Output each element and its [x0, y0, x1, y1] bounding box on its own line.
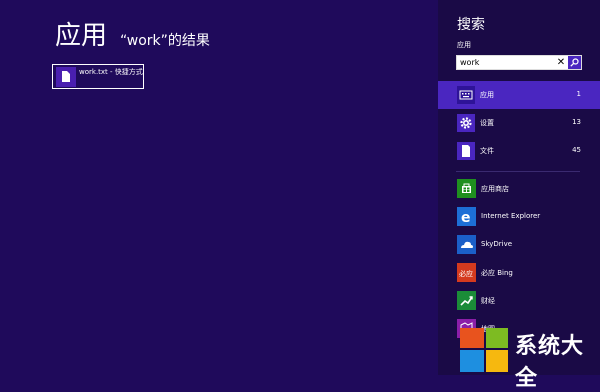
scope-settings-label: 设置 — [480, 119, 494, 127]
search-result-label: work.txt - 快捷方式 — [79, 68, 143, 76]
search-pane-title: 搜索 — [457, 17, 485, 33]
scope-settings-count: 13 — [572, 118, 581, 126]
app-store[interactable]: 应用商店 — [438, 177, 600, 201]
scope-files-count: 45 — [572, 146, 581, 154]
skydrive-icon — [457, 235, 476, 254]
scope-files-label: 文件 — [480, 147, 494, 155]
search-button[interactable] — [568, 56, 581, 69]
gear-icon — [457, 114, 475, 132]
watermark-logo: 系统大全 — [457, 324, 600, 391]
app-skydrive[interactable]: SkyDrive — [438, 233, 600, 257]
search-box: ✕ — [456, 55, 582, 70]
app-bing[interactable]: 必应 必应 Bing — [438, 261, 600, 285]
divider — [456, 171, 580, 172]
store-icon — [457, 179, 476, 198]
search-result-item[interactable]: work.txt - 快捷方式 — [52, 64, 144, 89]
scope-apps[interactable]: 应用 1 — [438, 81, 600, 109]
app-internet-explorer[interactable]: e Internet Explorer — [438, 205, 600, 229]
app-finance[interactable]: 财经 — [438, 289, 600, 313]
bing-icon: 必应 — [457, 263, 476, 282]
app-store-label: 应用商店 — [481, 185, 509, 193]
scope-apps-label: 应用 — [480, 91, 494, 99]
app-skydrive-label: SkyDrive — [481, 240, 513, 248]
svg-text:必应: 必应 — [459, 269, 473, 278]
scope-apps-count: 1 — [576, 90, 581, 98]
scope-files[interactable]: 文件 45 — [438, 137, 600, 165]
document-icon — [457, 142, 475, 160]
results-area: 应用 “work”的结果 work.txt - 快捷方式 — [0, 0, 438, 375]
clear-icon[interactable]: ✕ — [555, 56, 567, 69]
search-scope-label: 应用 — [457, 41, 471, 49]
scope-settings[interactable]: 设置 13 — [438, 109, 600, 137]
query-results-heading: “work”的结果 — [120, 33, 210, 49]
search-icon — [570, 58, 579, 67]
keyboard-icon — [457, 86, 475, 104]
app-bing-label: 必应 Bing — [481, 269, 513, 277]
page-title: 应用 — [55, 21, 108, 51]
search-input[interactable] — [457, 56, 554, 69]
watermark-text: 系统大全 — [515, 334, 585, 391]
finance-icon — [457, 291, 476, 310]
search-pane: 搜索 应用 ✕ 应用 1 设置 — [438, 0, 600, 375]
svg-text:e: e — [461, 210, 471, 226]
app-ie-label: Internet Explorer — [481, 212, 541, 220]
internet-explorer-icon: e — [457, 207, 476, 226]
document-icon — [56, 67, 76, 87]
app-finance-label: 财经 — [481, 297, 495, 305]
